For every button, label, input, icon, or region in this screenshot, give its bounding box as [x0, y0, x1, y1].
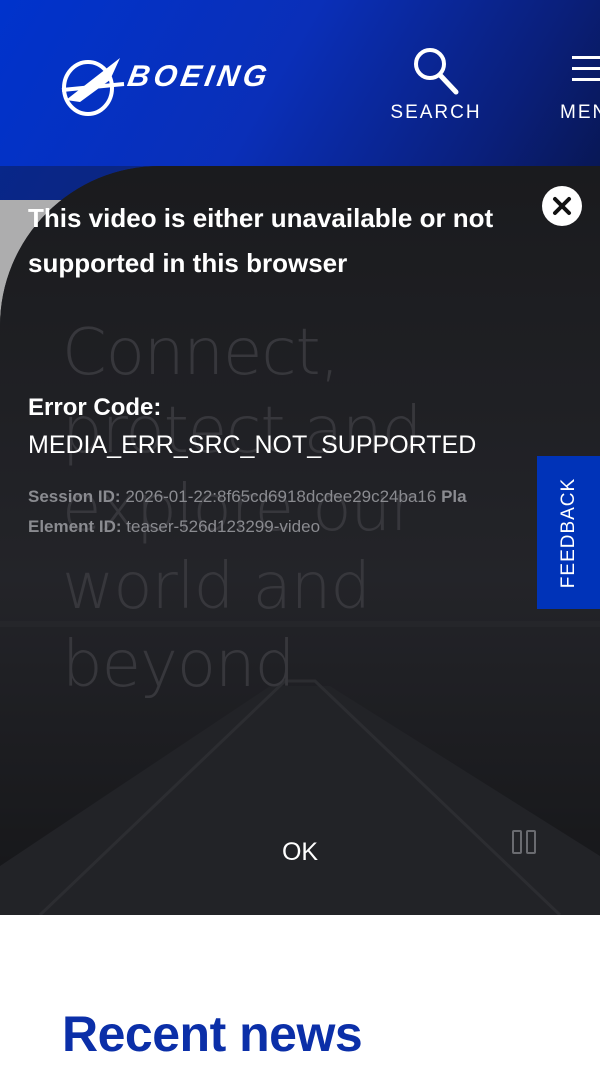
video-error-dialog: This video is either unavailable or not …	[0, 166, 600, 915]
player-label: Pla	[441, 487, 467, 506]
pause-icon[interactable]	[512, 830, 540, 858]
session-id-label: Session ID:	[28, 487, 121, 506]
element-id-label: Element ID:	[28, 517, 122, 536]
close-button[interactable]	[542, 186, 582, 226]
menu-label: MENU	[560, 102, 600, 123]
session-id-value: 2026-01-22:8f65cd6918dcdee29c24ba16	[125, 487, 437, 506]
logo-wordmark: BOEING	[125, 60, 274, 93]
menu-icon	[560, 50, 600, 81]
search-label: SEARCH	[390, 102, 482, 123]
element-id-value: teaser-526d123299-video	[126, 517, 321, 536]
recent-news-heading: Recent news	[62, 1006, 363, 1062]
menu-button[interactable]: MENU	[560, 50, 600, 134]
feedback-tab[interactable]: FEEDBACK	[537, 456, 600, 609]
error-code-label: Error Code:	[28, 394, 162, 421]
error-code: MEDIA_ERR_SRC_NOT_SUPPORTED	[28, 431, 477, 459]
boeing-logo[interactable]: BOEING	[58, 50, 358, 120]
search-button[interactable]: SEARCH	[384, 44, 488, 128]
error-meta: Session ID: 2026-01-22:8f65cd6918dcdee29…	[28, 482, 467, 542]
feedback-label: FEEDBACK	[557, 477, 579, 588]
error-title: This video is either unavailable or not …	[28, 203, 494, 278]
boeing-logo-icon	[61, 58, 125, 116]
ok-button[interactable]: OK	[260, 832, 340, 872]
close-icon	[553, 197, 571, 215]
search-icon	[414, 48, 459, 95]
